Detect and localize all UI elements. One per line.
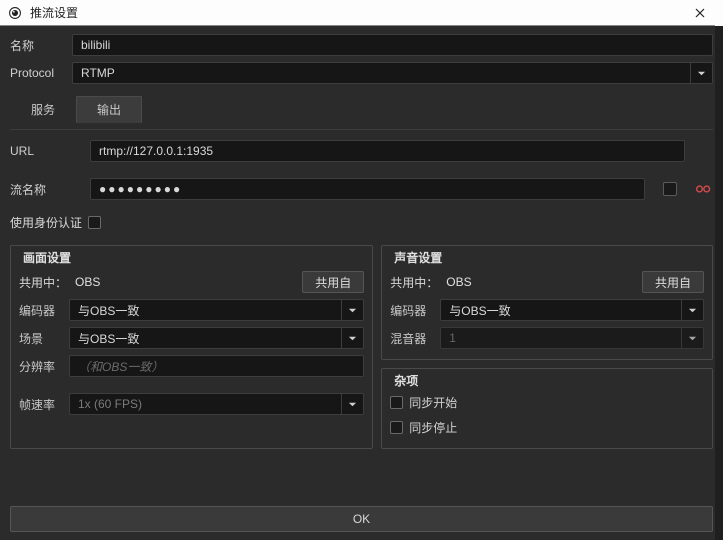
link-icon[interactable] xyxy=(695,182,713,196)
sync-start-label: 同步开始 xyxy=(409,394,457,411)
video-fps-label: 帧速率 xyxy=(19,396,63,413)
sync-start-checkbox[interactable] xyxy=(390,396,403,409)
protocol-label: Protocol xyxy=(10,66,64,80)
video-resolution-input[interactable]: （和OBS一致） xyxy=(69,355,364,377)
tab-output[interactable]: 输出 xyxy=(76,96,142,123)
video-encoder-label: 编码器 xyxy=(19,302,63,319)
protocol-combo[interactable]: RTMP xyxy=(72,62,713,84)
chevron-down-icon xyxy=(341,394,363,414)
video-share-label: 共用中： xyxy=(19,274,67,291)
video-resolution-label: 分辨率 xyxy=(19,358,63,375)
name-input[interactable] xyxy=(72,34,713,56)
protocol-value: RTMP xyxy=(81,66,115,80)
chevron-down-icon xyxy=(681,328,703,348)
sync-stop-checkbox[interactable] xyxy=(390,421,403,434)
chevron-down-icon xyxy=(681,300,703,320)
audio-group: 声音设置 共用中： OBS 共用自 编码器 与OBS xyxy=(381,245,713,360)
side-strip xyxy=(715,26,723,540)
ok-label: OK xyxy=(353,512,370,526)
misc-group-title: 杂项 xyxy=(390,372,422,389)
ok-button[interactable]: OK xyxy=(10,506,713,532)
auth-checkbox[interactable] xyxy=(88,216,101,229)
streamkey-row: 流名称 ●●●●●●●●● xyxy=(10,178,713,200)
audio-mixer-value: 1 xyxy=(449,331,456,345)
window-title: 推流设置 xyxy=(30,4,683,21)
url-row: URL xyxy=(10,140,713,162)
audio-mixer-combo[interactable]: 1 xyxy=(440,327,704,349)
sync-stop-label: 同步停止 xyxy=(409,419,457,436)
video-group: 画面设置 共用中： OBS 共用自 编码器 与OBS一致 xyxy=(10,245,373,449)
show-key-checkbox[interactable] xyxy=(663,182,677,196)
video-fps-combo[interactable]: 1x (60 FPS) xyxy=(69,393,364,415)
audio-share-label: 共用中： xyxy=(390,274,438,291)
video-share-button[interactable]: 共用自 xyxy=(302,271,364,293)
tabs: 服务 输出 xyxy=(10,96,713,123)
app-icon xyxy=(6,4,24,22)
audio-encoder-value: 与OBS一致 xyxy=(449,302,510,319)
auth-label: 使用身份认证 xyxy=(10,214,82,231)
video-encoder-value: 与OBS一致 xyxy=(78,302,139,319)
streamkey-mask: ●●●●●●●●● xyxy=(99,182,182,196)
video-encoder-combo[interactable]: 与OBS一致 xyxy=(69,299,364,321)
audio-share-value: OBS xyxy=(444,275,471,289)
chevron-down-icon xyxy=(690,63,712,83)
tab-service[interactable]: 服务 xyxy=(10,96,76,123)
video-group-title: 画面设置 xyxy=(19,249,75,266)
audio-share-button[interactable]: 共用自 xyxy=(642,271,704,293)
streamkey-label: 流名称 xyxy=(10,181,72,198)
video-resolution-placeholder: （和OBS一致） xyxy=(78,358,163,375)
protocol-row: Protocol RTMP xyxy=(10,62,713,84)
title-bar: 推流设置 xyxy=(0,0,723,26)
close-button[interactable] xyxy=(683,0,717,25)
misc-group: 杂项 同步开始 同步停止 xyxy=(381,368,713,449)
side-strip-top xyxy=(715,0,723,26)
video-share-value: OBS xyxy=(73,275,100,289)
video-fps-value: 1x (60 FPS) xyxy=(78,397,142,411)
streamkey-input[interactable]: ●●●●●●●●● xyxy=(90,178,645,200)
name-row: 名称 xyxy=(10,34,713,56)
chevron-down-icon xyxy=(341,328,363,348)
video-scene-label: 场景 xyxy=(19,330,63,347)
auth-row: 使用身份认证 xyxy=(10,214,713,231)
url-input[interactable] xyxy=(90,140,685,162)
url-label: URL xyxy=(10,144,72,158)
audio-encoder-label: 编码器 xyxy=(390,302,434,319)
name-input-inner[interactable] xyxy=(81,38,704,52)
url-input-inner[interactable] xyxy=(99,144,676,158)
audio-group-title: 声音设置 xyxy=(390,249,446,266)
video-scene-combo[interactable]: 与OBS一致 xyxy=(69,327,364,349)
video-scene-value: 与OBS一致 xyxy=(78,330,139,347)
audio-mixer-label: 混音器 xyxy=(390,330,434,347)
chevron-down-icon xyxy=(341,300,363,320)
name-label: 名称 xyxy=(10,37,64,54)
audio-encoder-combo[interactable]: 与OBS一致 xyxy=(440,299,704,321)
client-area: 名称 Protocol RTMP 服务 输出 URL xyxy=(0,26,723,540)
